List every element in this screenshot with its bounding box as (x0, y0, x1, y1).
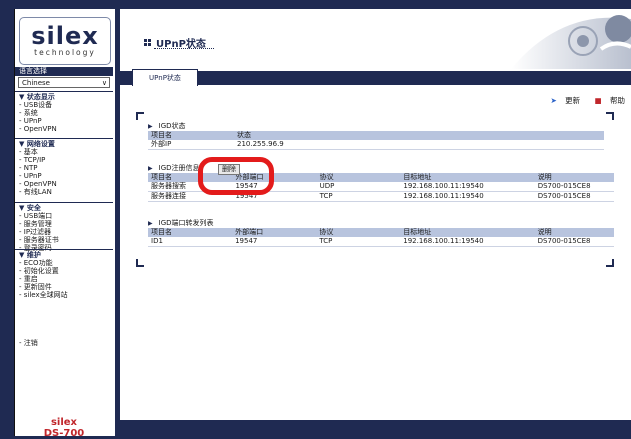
column-header: 协议 (316, 228, 401, 237)
box-corner (136, 112, 144, 120)
menu-item-firmware-update[interactable]: - 更新固件 (19, 283, 111, 291)
refresh-label: 更新 (565, 96, 581, 105)
help-button[interactable]: ■ 帮助 (589, 96, 625, 105)
column-header: 项目名 (148, 228, 233, 237)
column-header: 状态 (234, 131, 604, 140)
column-header: 项目名 (148, 131, 234, 140)
menu-divider (15, 138, 113, 139)
refresh-icon: ➤ (550, 96, 557, 105)
menu-item-openvpn-status[interactable]: - OpenVPN (19, 125, 111, 133)
menu-item-upnp-status[interactable]: - UPnP (19, 117, 111, 125)
box-corner (136, 259, 144, 267)
triangle-right-icon: ▶ (148, 220, 153, 227)
brand-name: silex (50, 417, 78, 428)
menu-item-system[interactable]: - 系统 (19, 109, 111, 117)
tab-upnp-status[interactable]: UPnP状态 (132, 69, 198, 86)
box-corner (606, 259, 614, 267)
menu-head-security[interactable]: ▼ 安全 (19, 204, 111, 212)
menu-group-security: ▼ 安全 - USB端口 - 服务管理 - IP过滤器 - 服务器证书 - 登录… (19, 204, 111, 252)
menu-group-network: ▼ 网络设置 - 基本 - TCP/IP - NTP - UPnP - Open… (19, 140, 111, 196)
main-panel: UPnP状态 UPnP状态 ➤ 更新 ■ 帮助 ▶ IGD状态 项目名 状态 外部… (120, 9, 631, 429)
column-header: 外部端口 (232, 228, 317, 237)
menu-item-usb-port[interactable]: - USB端口 (19, 212, 111, 220)
menu-item-eco[interactable]: - ECO功能 (19, 259, 111, 267)
menu-group-status: ▼ 状态显示 - USB设备 - 系统 - UPnP - OpenVPN (19, 93, 111, 133)
sidebar: silex technology 语言选择 Chinese ∨ ▼ 状态显示 -… (14, 9, 117, 439)
menu-item-ip-filter[interactable]: - IP过滤器 (19, 228, 111, 236)
logo-text: silex (31, 22, 99, 50)
menu-item-silex-global-site[interactable]: - silex全球网站 (19, 291, 111, 299)
menu-group-maintenance: ▼ 维护 - ECO功能 - 初始化设置 - 重启 - 更新固件 - silex… (19, 251, 111, 299)
menu-item-logout[interactable]: - 注销 (19, 339, 111, 347)
menu-item-factory-reset[interactable]: - 初始化设置 (19, 267, 111, 275)
help-label: 帮助 (610, 96, 625, 105)
menu-item-ntp[interactable]: - NTP (19, 164, 111, 172)
language-select[interactable]: Chinese ∨ (18, 77, 110, 88)
menu-item-wired-lan[interactable]: - 有线LAN (19, 188, 111, 196)
menu-group-logout: - 注销 (19, 339, 111, 347)
table-row: ID1 19547 TCP 192.168.100.11:19540 DS700… (148, 237, 614, 247)
title-underline (154, 48, 214, 49)
column-header: 说明 (534, 173, 614, 182)
chevron-down-icon: ∨ (101, 79, 107, 87)
title-marker-icon (144, 39, 152, 46)
top-frame (0, 0, 631, 9)
column-header: 协议 (316, 173, 401, 182)
section-title: ▶ IGD端口转发列表 (148, 219, 214, 227)
silex-logo: silex technology (19, 17, 111, 65)
section-title: ▶ IGD状态 (148, 122, 186, 130)
section-igd-status: ▶ IGD状态 项目名 状态 外部IP 210.255.96.9 (148, 122, 604, 150)
table-row: 外部IP 210.255.96.9 (148, 140, 604, 150)
highlight-ring (198, 157, 274, 195)
menu-divider (15, 249, 113, 250)
menu-item-server-cert[interactable]: - 服务器证书 (19, 236, 111, 244)
refresh-button[interactable]: ➤ 更新 (544, 96, 580, 105)
page-header: UPnP状态 (120, 9, 631, 69)
section-igd-forward: ▶ IGD端口转发列表 项目名 外部端口 协议 目标地址 说明 ID1 19547… (148, 219, 614, 247)
language-section-title: 语言选择 (15, 67, 113, 76)
brand-model: DS-700 (43, 428, 85, 439)
language-select-value: Chinese (22, 79, 50, 87)
column-header: 目标地址 (400, 173, 535, 182)
menu-head-network[interactable]: ▼ 网络设置 (19, 140, 111, 148)
box-corner (606, 112, 614, 120)
menu-divider (15, 202, 113, 203)
menu-item-tcpip[interactable]: - TCP/IP (19, 156, 111, 164)
toolbar: ➤ 更新 ■ 帮助 (538, 95, 625, 106)
triangle-right-icon: ▶ (148, 123, 153, 130)
menu-head-status[interactable]: ▼ 状态显示 (19, 93, 111, 101)
help-icon: ■ (594, 96, 602, 105)
column-header: 目标地址 (400, 228, 535, 237)
header-decoration-graphic (511, 15, 631, 69)
menu-item-service-mgmt[interactable]: - 服务管理 (19, 220, 111, 228)
igd-status-table: 项目名 状态 外部IP 210.255.96.9 (148, 131, 604, 150)
menu-item-restart[interactable]: - 重启 (19, 275, 111, 283)
menu-item-openvpn-settings[interactable]: - OpenVPN (19, 180, 111, 188)
menu-item-upnp-settings[interactable]: - UPnP (19, 172, 111, 180)
menu-divider (15, 91, 113, 92)
igd-forward-table: 项目名 外部端口 协议 目标地址 说明 ID1 19547 TCP 192.16… (148, 228, 614, 247)
menu-head-maintenance[interactable]: ▼ 维护 (19, 251, 111, 259)
menu-item-usb-device[interactable]: - USB设备 (19, 101, 111, 109)
triangle-right-icon: ▶ (148, 165, 153, 172)
column-header: 说明 (534, 228, 614, 237)
content-box: ▶ IGD状态 项目名 状态 外部IP 210.255.96.9 ▶ IGD注册信息… (136, 112, 614, 267)
bottom-band (120, 420, 631, 429)
menu-item-basic[interactable]: - 基本 (19, 148, 111, 156)
